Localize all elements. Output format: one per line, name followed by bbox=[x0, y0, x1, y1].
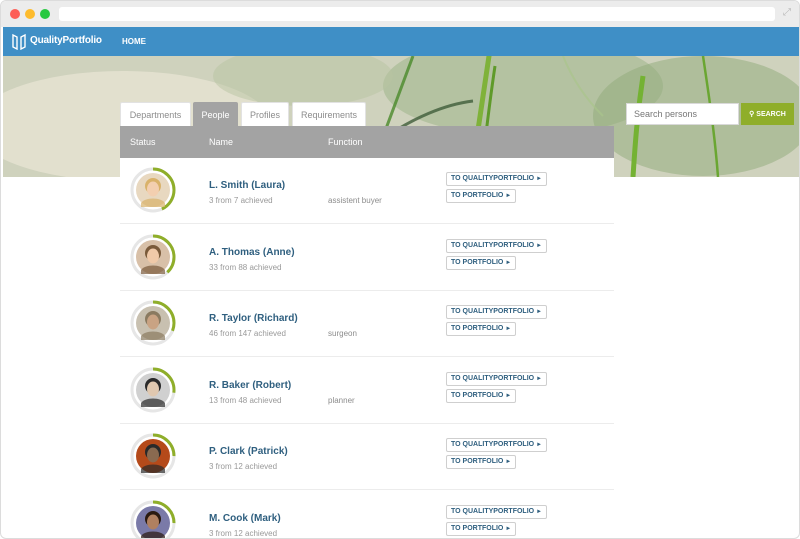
table-row: R. Baker (Robert) 13 from 48 achieved plan… bbox=[120, 357, 614, 424]
to-portfolio-button[interactable]: TO PORTFOLIO ► bbox=[446, 255, 517, 270]
person-name[interactable]: P. Clark (Patrick) bbox=[209, 446, 288, 457]
arrow-right-icon: ► bbox=[536, 309, 543, 315]
to-qualityportfolio-button[interactable]: TO QUALITYPORTFOLIO ► bbox=[446, 238, 548, 253]
search-button[interactable]: ⚲ SEARCH bbox=[741, 103, 794, 125]
avatar[interactable] bbox=[129, 166, 177, 214]
avatar[interactable] bbox=[129, 233, 177, 281]
tab-requirements[interactable]: Requirements bbox=[292, 102, 366, 126]
tab-people[interactable]: People bbox=[193, 102, 238, 126]
to-qualityportfolio-button[interactable]: TO QUALITYPORTFOLIO ► bbox=[446, 305, 548, 319]
to-portfolio-label: TO PORTFOLIO bbox=[451, 192, 504, 199]
achieved-count: 33 from 88 achieved bbox=[209, 262, 282, 272]
to-portfolio-label: TO PORTFOLIO bbox=[451, 258, 504, 266]
search-icon: ⚲ bbox=[749, 111, 755, 118]
arrow-right-icon: ► bbox=[505, 459, 512, 465]
to-portfolio-button[interactable]: TO PORTFOLIO ► bbox=[446, 189, 517, 203]
to-qualityportfolio-button[interactable]: TO QUALITYPORTFOLIO ► bbox=[446, 438, 548, 452]
browser-chrome: ⤢ bbox=[1, 1, 799, 27]
table-header: Status Name Function bbox=[120, 126, 614, 158]
people-table: Status Name Function L. Smith (Laura) 3 f… bbox=[120, 126, 614, 538]
logo-text[interactable]: QualityPortfolio bbox=[30, 35, 102, 46]
to-qualityportfolio-button[interactable]: TO QUALITYPORTFOLIO ► bbox=[446, 172, 548, 186]
person-name[interactable]: R. Taylor (Richard) bbox=[209, 313, 298, 324]
table-row: L. Smith (Laura) 3 from 7 achieved assiste… bbox=[120, 158, 614, 224]
person-name[interactable]: L. Smith (Laura) bbox=[209, 180, 285, 191]
nav-home-link[interactable]: HOME bbox=[122, 37, 146, 46]
person-name[interactable]: M. Cook (Mark) bbox=[209, 513, 281, 524]
to-qualityportfolio-label: TO QUALITYPORTFOLIO bbox=[451, 441, 535, 448]
arrow-right-icon: ► bbox=[505, 326, 512, 332]
search-input[interactable] bbox=[626, 103, 739, 125]
maximize-window-button[interactable] bbox=[40, 9, 50, 19]
arrow-right-icon: ► bbox=[505, 525, 512, 532]
to-qualityportfolio-label: TO QUALITYPORTFOLIO bbox=[451, 241, 535, 249]
to-portfolio-label: TO PORTFOLIO bbox=[451, 325, 504, 332]
avatar[interactable] bbox=[129, 499, 177, 538]
search-button-label: SEARCH bbox=[756, 111, 786, 118]
tab-profiles[interactable]: Profiles bbox=[241, 102, 289, 126]
table-row: A. Thomas (Anne) 33 from 88 achieved TO QU… bbox=[120, 224, 614, 291]
to-portfolio-label: TO PORTFOLIO bbox=[451, 524, 504, 532]
avatar[interactable] bbox=[129, 299, 177, 347]
to-portfolio-label: TO PORTFOLIO bbox=[451, 391, 504, 399]
to-qualityportfolio-label: TO QUALITYPORTFOLIO bbox=[451, 175, 535, 182]
arrow-right-icon: ► bbox=[505, 392, 512, 399]
person-function: assistent buyer bbox=[328, 196, 382, 205]
person-name[interactable]: R. Baker (Robert) bbox=[209, 380, 291, 391]
expand-icon[interactable]: ⤢ bbox=[783, 8, 793, 18]
to-qualityportfolio-button[interactable]: TO QUALITYPORTFOLIO ► bbox=[446, 504, 548, 519]
to-portfolio-button[interactable]: TO PORTFOLIO ► bbox=[446, 388, 517, 403]
arrow-right-icon: ► bbox=[536, 242, 543, 249]
achieved-count: 13 from 48 achieved bbox=[209, 395, 282, 405]
person-function: surgeon bbox=[328, 329, 357, 338]
tab-departments[interactable]: Departments bbox=[120, 102, 191, 126]
arrow-right-icon: ► bbox=[505, 259, 512, 266]
header-function: Function bbox=[328, 137, 363, 147]
achieved-count: 46 from 147 achieved bbox=[209, 329, 286, 338]
achieved-count: 3 from 12 achieved bbox=[209, 462, 278, 471]
arrow-right-icon: ► bbox=[536, 176, 543, 182]
to-qualityportfolio-label: TO QUALITYPORTFOLIO bbox=[451, 507, 535, 515]
header-status: Status bbox=[130, 137, 156, 147]
table-row: M. Cook (Mark) 3 from 12 achieved TO QUALI… bbox=[120, 490, 614, 538]
avatar[interactable] bbox=[129, 366, 177, 414]
arrow-right-icon: ► bbox=[536, 508, 543, 515]
browser-window: ⤢ QualityPortfolio HOME Departments Peop… bbox=[0, 0, 800, 539]
achieved-count: 3 from 7 achieved bbox=[209, 196, 273, 205]
arrow-right-icon: ► bbox=[536, 442, 543, 448]
to-portfolio-button[interactable]: TO PORTFOLIO ► bbox=[446, 455, 517, 469]
to-portfolio-button[interactable]: TO PORTFOLIO ► bbox=[446, 521, 517, 536]
to-qualityportfolio-button[interactable]: TO QUALITYPORTFOLIO ► bbox=[446, 371, 548, 386]
arrow-right-icon: ► bbox=[536, 375, 543, 382]
to-portfolio-label: TO PORTFOLIO bbox=[451, 458, 504, 465]
close-window-button[interactable] bbox=[10, 9, 20, 19]
to-qualityportfolio-label: TO QUALITYPORTFOLIO bbox=[451, 374, 535, 382]
to-portfolio-button[interactable]: TO PORTFOLIO ► bbox=[446, 322, 517, 336]
address-bar[interactable] bbox=[59, 7, 775, 21]
avatar[interactable] bbox=[129, 432, 177, 480]
table-row: P. Clark (Patrick) 3 from 12 achieved TO Q… bbox=[120, 424, 614, 490]
achieved-count: 3 from 12 achieved bbox=[209, 528, 278, 538]
header-name: Name bbox=[209, 137, 234, 147]
person-name[interactable]: A. Thomas (Anne) bbox=[209, 247, 295, 258]
person-function: planner bbox=[328, 395, 355, 405]
table-row: R. Taylor (Richard) 46 from 147 achieved s… bbox=[120, 291, 614, 357]
minimize-window-button[interactable] bbox=[25, 9, 35, 19]
to-qualityportfolio-label: TO QUALITYPORTFOLIO bbox=[451, 308, 535, 315]
logo-icon bbox=[12, 33, 26, 50]
arrow-right-icon: ► bbox=[505, 193, 512, 199]
top-navbar: QualityPortfolio HOME bbox=[3, 27, 799, 56]
